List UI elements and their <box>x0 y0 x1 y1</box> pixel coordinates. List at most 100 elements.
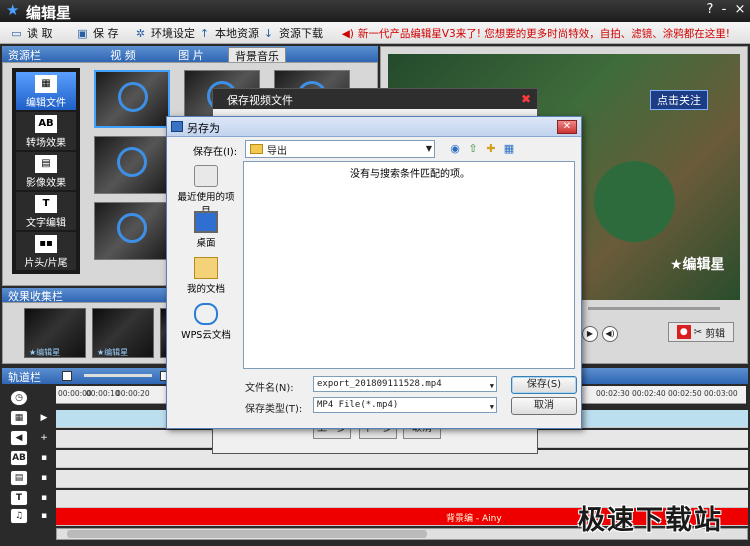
toolbar: ▭ 读 取 ▣ 保 存 ✲ 环境设定 ↑ 本地资源 ↓ 资源下载 ◀) 新一代产… <box>0 22 750 44</box>
file-type-select[interactable]: MP4 File(*.mp4) ▼ <box>313 397 497 413</box>
chevron-down-icon[interactable]: ▼ <box>490 379 494 393</box>
sidebar-item-intro-outro[interactable]: ▪▪ 片头/片尾 <box>16 232 76 270</box>
cut-label: 剪辑 <box>705 328 726 340</box>
resource-download-label: 资源下载 <box>279 27 323 40</box>
resource-download-button[interactable]: ↓ 资源下载 <box>262 25 323 41</box>
save-icon: ▣ <box>77 26 88 40</box>
headphones-icon <box>118 82 148 112</box>
place-desktop[interactable]: 桌面 <box>173 209 239 255</box>
app-title: 编辑星 <box>26 4 72 22</box>
cut-button[interactable]: ● ✂ 剪辑 <box>668 322 734 342</box>
look-in-label: 保存在(I): <box>193 147 238 158</box>
preview-watermark: ★编辑星 <box>670 257 725 273</box>
filename-value: export_201809111528.mp4 <box>317 379 442 389</box>
filename-label: 文件名(N): <box>245 383 294 394</box>
scrollbar-thumb[interactable] <box>67 530 427 538</box>
ruler-tick: 00:00:20 <box>116 389 150 398</box>
effect-thumbnail[interactable]: ★编辑星 <box>92 308 154 358</box>
save-as-dialog: 另存为 ✕ 保存在(I): 导出 ▼ ◉ ⇧ ✚ ▦ 最近使用的项目 桌面 我的… <box>166 116 582 429</box>
preview-badge: 点击关注 <box>650 90 708 110</box>
download-icon: ↓ <box>263 26 274 40</box>
zoom-slider[interactable] <box>84 374 152 377</box>
place-documents[interactable]: 我的文档 <box>173 255 239 301</box>
file-type-value: MP4 File(*.mp4) <box>317 400 399 410</box>
video-track-icon: ▦ <box>10 410 28 426</box>
progress-slider[interactable] <box>588 307 720 310</box>
sidebar-item-image-effect[interactable]: ▤ 影像效果 <box>16 152 76 190</box>
sidebar-item-label: 编辑文件 <box>26 98 66 109</box>
tab-background-music[interactable]: 背景音乐 <box>228 47 286 63</box>
save-button[interactable]: ▣ 保 存 <box>76 25 118 41</box>
open-button[interactable]: ▭ 读 取 <box>10 25 53 41</box>
music-note-icon: ♫ <box>10 508 28 524</box>
effect-track[interactable] <box>56 470 748 488</box>
lock-icon[interactable]: ▪ <box>38 472 50 484</box>
look-in-dropdown[interactable]: 导出 ▼ <box>245 140 435 158</box>
settings-button[interactable]: ✲ 环境设定 <box>134 25 195 41</box>
tab-video[interactable]: 视 频 <box>94 47 152 62</box>
gear-icon: ✲ <box>135 26 146 40</box>
sidebar-item-label: 影像效果 <box>26 178 66 189</box>
save-as-titlebar: 另存为 ✕ <box>167 117 581 137</box>
close-icon[interactable]: ✕ <box>557 120 577 134</box>
sidebar-item-text-edit[interactable]: T 文字编辑 <box>16 192 76 230</box>
music-thumbnail[interactable] <box>94 136 170 194</box>
folder-open-icon: ▭ <box>11 26 22 40</box>
ruler-tick: 00:03:00 <box>704 389 738 398</box>
save-as-title: 另存为 <box>187 122 220 135</box>
new-folder-icon[interactable]: ✚ <box>483 141 499 157</box>
text-track-icon: T <box>10 490 28 506</box>
ruler-tick: 00:00:10 <box>86 389 120 398</box>
resource-panel-title: 资源栏 <box>8 49 41 62</box>
effect-thumbnail[interactable]: ★编辑星 <box>24 308 86 358</box>
add-icon[interactable]: + <box>38 432 50 444</box>
chevron-down-icon[interactable]: ▼ <box>490 400 494 414</box>
file-type-label: 保存类型(T): <box>245 404 303 415</box>
sidebar-item-transition[interactable]: AB 转场效果 <box>16 112 76 150</box>
microphone-icon: ● <box>676 325 691 339</box>
empty-message: 没有与搜索条件匹配的项。 <box>350 169 470 180</box>
promo-link[interactable]: ◀) 新一代产品编辑星V3来了! 您想要的更多时尚特效，自拍、滤镜、涂鸦都在这里… <box>342 26 730 41</box>
view-menu-icon[interactable]: ▦ <box>501 141 517 157</box>
lock-icon[interactable]: ▪ <box>38 452 50 464</box>
place-recent[interactable]: 最近使用的项目 <box>173 163 239 217</box>
save-as-cancel-button[interactable]: 取消 <box>511 397 577 415</box>
lock-icon[interactable]: ▪ <box>38 492 50 504</box>
open-label: 读 取 <box>27 27 53 40</box>
filename-input[interactable]: export_201809111528.mp4 ▼ <box>313 376 497 392</box>
up-folder-icon[interactable]: ⇧ <box>465 141 481 157</box>
text-icon: T <box>35 195 57 213</box>
save-video-dialog-titlebar: 保存视频文件 ✖ <box>213 89 537 109</box>
ruler-tick: 00:02:50 <box>668 389 702 398</box>
save-as-save-button[interactable]: 保存(S) <box>511 376 577 394</box>
back-icon[interactable]: ◉ <box>447 141 463 157</box>
local-resources-button[interactable]: ↑ 本地资源 <box>198 25 259 41</box>
close-icon[interactable]: ✖ <box>521 92 531 106</box>
image-effect-icon: ▤ <box>35 155 57 173</box>
places-bar: 最近使用的项目 桌面 我的文档 WPS云文档 <box>173 161 239 371</box>
settings-label: 环境设定 <box>151 27 195 40</box>
promo-text: 新一代产品编辑星V3来了! 您想要的更多时尚特效，自拍、滤镜、涂鸦都在这里! <box>357 28 730 40</box>
play-track-icon[interactable]: ▶ <box>38 412 50 424</box>
volume-icon[interactable]: ◀) <box>602 326 618 342</box>
minimize-button[interactable]: - <box>716 2 732 18</box>
sidebar-item-edit-file[interactable]: ▦ 编辑文件 <box>16 72 76 110</box>
music-thumbnail[interactable] <box>94 202 170 260</box>
effect-label: ★编辑星 <box>29 348 61 357</box>
folder-icon <box>250 144 263 154</box>
sidebar-item-label: 文字编辑 <box>26 218 66 229</box>
effect-track-icon: ▤ <box>10 470 28 486</box>
recent-icon <box>194 165 218 187</box>
audio-track-icon: ◀ <box>10 430 28 446</box>
tab-image[interactable]: 图 片 <box>162 47 220 62</box>
sidebar-item-label: 片头/片尾 <box>24 258 68 269</box>
headphones-icon <box>117 147 147 177</box>
close-button[interactable]: × <box>732 2 748 18</box>
chevron-down-icon: ▼ <box>425 144 432 153</box>
music-thumbnail[interactable] <box>94 70 170 128</box>
zoom-out-icon[interactable] <box>62 371 72 381</box>
place-wps-cloud[interactable]: WPS云文档 <box>173 301 239 347</box>
lock-icon[interactable]: ▪ <box>38 510 50 522</box>
file-list[interactable]: 没有与搜索条件匹配的项。 <box>243 161 575 369</box>
play-icon[interactable]: ▶ <box>582 326 598 342</box>
